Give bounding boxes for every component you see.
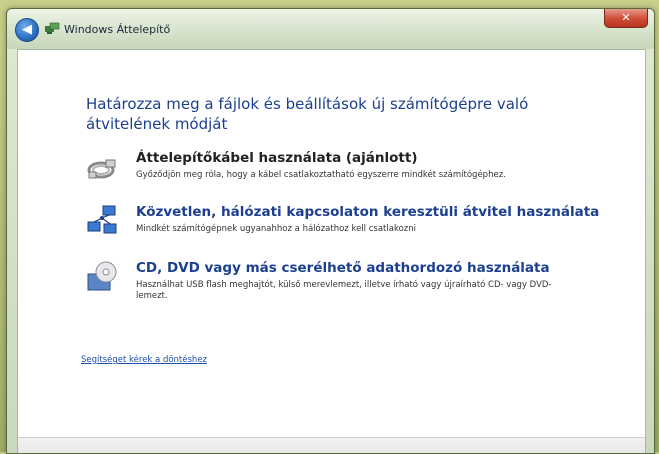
window-title: Windows Áttelepítő [64,23,171,36]
option-cable-label: Áttelepítőkábel használata (ajánlott) [136,150,418,166]
cable-icon [87,159,116,179]
back-button[interactable]: ◀ [15,18,39,42]
bottom-bar [18,437,645,453]
title-bar: ◀ Windows Áttelepítő ✕ [7,9,654,49]
close-icon: ✕ [621,11,631,24]
help-decide-link[interactable]: Segítséget kérek a döntéshez [81,355,207,365]
wizard-window: ◀ Windows Áttelepítő ✕ Határozza meg a f… [6,8,655,454]
option-cable-description: Győződjön meg róla, hogy a kábel csatlak… [136,170,506,180]
disc-drive-icon [87,261,117,291]
network-icon [87,205,117,234]
option-network-label: Közvetlen, hálózati kapcsolaton keresztü… [136,204,600,220]
transfer-app-icon [45,22,60,34]
option-removable-media-description: Használhat USB flash meghajtót, külső me… [136,280,552,301]
content-area: Határozza meg a fájlok és beállítások új… [17,49,646,453]
option-network-description: Mindkét számítógépnek ugyanahhoz a hálóz… [136,224,416,234]
option-removable-media-label: CD, DVD vagy más cserélhető adathordozó … [136,260,550,276]
page-title: Határozza meg a fájlok és beállítások új… [86,95,529,133]
back-arrow-icon: ◀ [22,22,32,37]
close-button[interactable]: ✕ [604,9,648,28]
